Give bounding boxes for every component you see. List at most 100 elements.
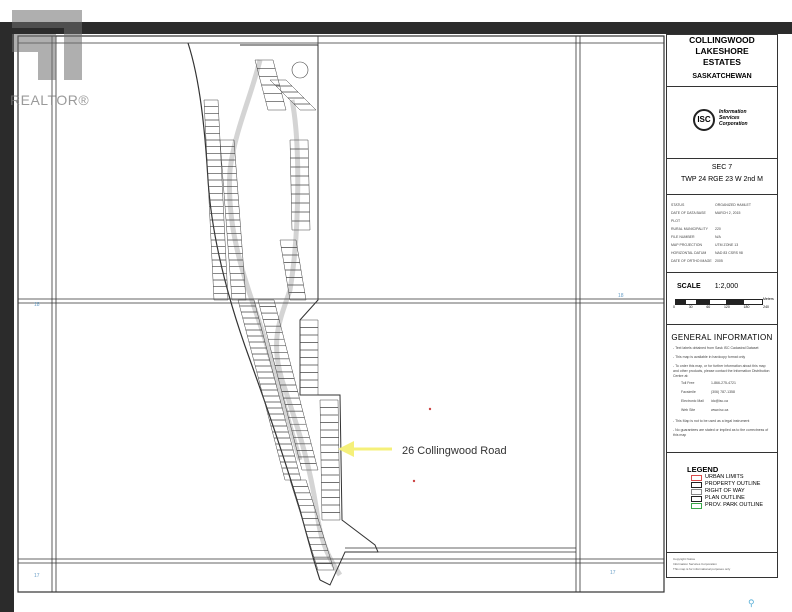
general-info-title: GENERAL INFORMATION — [671, 333, 773, 342]
scale-tick-label: 30 — [688, 305, 693, 309]
parcel-lot — [293, 103, 317, 111]
parcel-lot — [276, 449, 296, 457]
legend-swatch — [691, 481, 702, 488]
scale-title: SCALE 1:2,000 — [677, 283, 739, 290]
parcel-lot — [203, 99, 219, 107]
parcel-lot — [206, 153, 222, 161]
legend-swatch — [691, 474, 702, 481]
parcel-lot — [251, 353, 270, 361]
parcel-lot — [206, 159, 222, 167]
parcel-lot — [290, 193, 310, 204]
parcel-lot — [210, 226, 225, 234]
legend-item: URBAN LIMITS — [667, 474, 777, 481]
parcel-lots — [203, 59, 341, 571]
contact-row: Web Site www.isc.ca — [681, 408, 729, 412]
parcel-lot — [256, 371, 275, 379]
parcel-lot — [282, 254, 301, 263]
legend-swatch — [691, 502, 702, 509]
legend-item: RIGHT OF WAY — [667, 488, 777, 495]
parcel-lot — [283, 473, 302, 481]
contact-row: Facsimile (306) 787-1358 — [681, 390, 735, 394]
parcel-lot — [208, 186, 223, 194]
parcel-lot — [291, 211, 311, 222]
parcel-lot — [299, 349, 319, 358]
parcel-lot — [261, 389, 280, 397]
contact-row: Electronic Mail idc@isc.ca — [681, 399, 728, 403]
parcel-lot — [299, 327, 319, 336]
parcel-lot — [205, 133, 221, 141]
parcel-lot — [273, 437, 292, 445]
section-number: SEC 7 — [711, 164, 733, 171]
parcel-lot — [319, 414, 339, 423]
legend-item: PROPERTY OUTLINE — [667, 481, 777, 488]
parcel-lot — [206, 146, 221, 154]
isc-logo-block: ISC Information Services Corporation — [667, 87, 777, 159]
parcel-lot — [213, 286, 228, 294]
parcel-lot — [253, 359, 272, 367]
parcel-lot — [299, 364, 319, 373]
parcel-lot — [207, 179, 223, 187]
title-line-1: COLLINGWOOD — [689, 35, 755, 45]
parcel-lot — [259, 383, 278, 391]
location-pin-icon[interactable]: ⚲ — [748, 598, 755, 609]
parcel-lot — [208, 199, 224, 207]
status-row: DATE OF DATA BASE PLOT MARCH 2, 2015 — [671, 211, 741, 223]
parcel-lot — [299, 387, 319, 396]
township-range: TWP 24 RGE 23 W 2nd M — [681, 176, 763, 183]
parcel-lot — [299, 357, 319, 366]
parcel-lot — [208, 193, 224, 201]
parcel-lot — [271, 352, 290, 360]
parcel-lot — [265, 101, 287, 111]
svg-text:17: 17 — [34, 573, 40, 579]
parcel-lot — [281, 91, 305, 99]
parcel-lot — [320, 444, 340, 453]
legend-swatch — [691, 488, 702, 495]
parcel-lot — [320, 452, 340, 461]
parcel-lot — [321, 504, 341, 513]
map-frame: 18 18 17 17 REALTOR® 26 Collingwood Road… — [0, 0, 792, 612]
parcel-lot — [320, 467, 340, 476]
isc-logo-text: Information Services Corporation — [719, 109, 748, 127]
isc-logo-icon: ISC — [693, 109, 715, 131]
section-block: SEC 7 TWP 24 RGE 23 W 2nd M — [667, 159, 777, 195]
parcel-lot — [230, 286, 246, 294]
parcel-lot — [254, 365, 274, 373]
map-legend-panel: COLLINGWOOD LAKESHORE ESTATES SASKATCHEW… — [666, 34, 778, 578]
scale-tick-label: 240 — [763, 305, 769, 309]
title-line-3: ESTATES — [703, 57, 741, 67]
parcel-lot — [205, 126, 220, 134]
legend-items: URBAN LIMITS PROPERTY OUTLINE RIGHT OF WAY… — [667, 474, 777, 509]
general-info-p2: - This map is available in hardcopy form… — [673, 355, 746, 359]
parcel-lot — [319, 407, 339, 416]
general-information: GENERAL INFORMATION - Text labels obtain… — [667, 325, 777, 453]
legend-item: PROV. PARK OUTLINE — [667, 502, 777, 509]
parcel-lot — [263, 93, 285, 102]
parcel-lot — [210, 233, 226, 241]
parcel-lot — [264, 401, 283, 409]
scale-unit: Meters — [763, 297, 774, 301]
legend-block: LEGEND URBAN LIMITS PROPERTY OUTLINE RIGHT… — [667, 453, 777, 553]
general-info-p5: - No guarantees are stated or implied as… — [673, 428, 769, 437]
parcel-lot — [259, 306, 278, 314]
parcel-lot — [275, 85, 299, 93]
parcel-lot — [258, 377, 277, 385]
parcel-lot — [320, 437, 340, 446]
parcel-lot — [204, 119, 220, 127]
svg-text:17: 17 — [610, 570, 616, 576]
status-row: MAP PROJECTION UTM ZONE 13 — [671, 243, 739, 247]
title-line-2: LAKESHORE — [695, 46, 749, 56]
parcel-lot — [321, 512, 341, 521]
parcel-lot — [299, 372, 319, 381]
title-block: COLLINGWOOD LAKESHORE ESTATES SASKATCHEW… — [667, 35, 777, 87]
svg-text:18: 18 — [618, 293, 624, 299]
top-dark-bar — [0, 22, 792, 34]
parcel-lot — [207, 173, 223, 181]
scale-tick-label: 0 — [673, 305, 675, 309]
general-info-p1: - Text labels obtained from Sask ISC Cad… — [673, 346, 759, 350]
parcel-lot — [320, 459, 340, 468]
internal-road — [274, 99, 343, 577]
status-row: FILE NUMBER N/A — [671, 235, 721, 239]
parcel-lot — [319, 399, 339, 408]
copyright-footer: Copyright Notice Information Services Co… — [673, 557, 731, 571]
svg-text:18: 18 — [34, 302, 40, 308]
